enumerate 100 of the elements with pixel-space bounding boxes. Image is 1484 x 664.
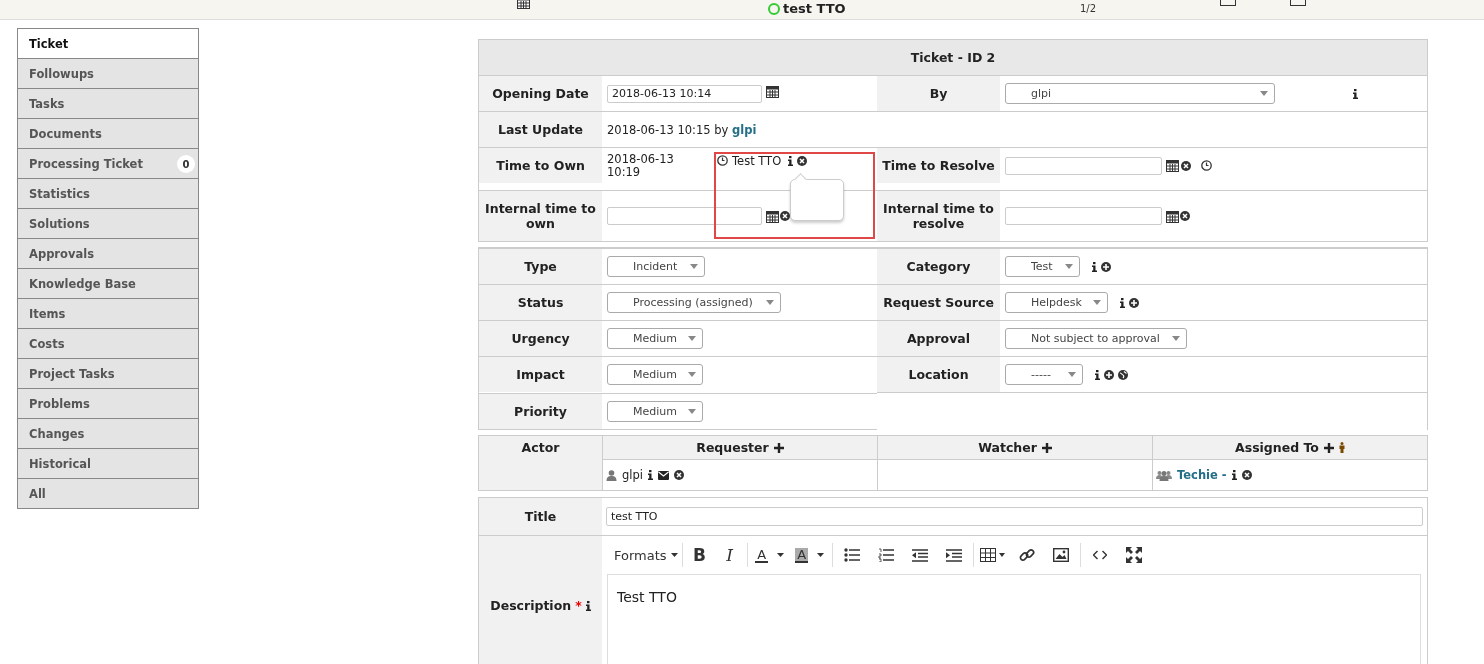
sidebar-tab[interactable]: Documents — [18, 119, 198, 149]
clear-icon[interactable] — [780, 211, 790, 221]
field-label: By — [877, 75, 1000, 111]
required-mark: * — [575, 598, 582, 613]
dropdown[interactable]: Medium — [607, 328, 703, 349]
sidebar-tab[interactable]: Historical — [18, 449, 198, 479]
clear-icon[interactable] — [674, 470, 684, 480]
date-field[interactable] — [607, 207, 762, 225]
field-label: Priority — [479, 393, 602, 430]
dropdown[interactable]: Medium — [607, 364, 703, 385]
caret-icon — [1093, 300, 1101, 305]
sidebar-tab[interactable]: Processing Ticket 0 — [18, 149, 198, 179]
info-icon[interactable] — [1353, 88, 1358, 99]
calendar-icon[interactable] — [1166, 159, 1179, 172]
calendar-icon[interactable] — [766, 209, 779, 223]
dropdown[interactable]: Processing (assigned) — [607, 292, 781, 313]
info-icon[interactable] — [1231, 470, 1237, 480]
user-icon — [606, 469, 617, 481]
caret-icon — [688, 409, 696, 414]
sidebar-tab[interactable]: Problems — [18, 389, 198, 419]
info-icon[interactable] — [1092, 261, 1097, 272]
dropdown[interactable]: ----- — [1005, 364, 1083, 385]
sidebar-tab[interactable]: Costs — [18, 329, 198, 359]
globe-icon[interactable] — [1118, 369, 1128, 380]
dropdown[interactable]: Helpdesk — [1005, 292, 1108, 313]
sidebar-tab[interactable]: Knowledge Base — [18, 269, 198, 299]
italic-button[interactable]: I — [716, 543, 743, 567]
dropdown[interactable]: Test — [1005, 256, 1080, 277]
mail-icon[interactable] — [658, 470, 669, 480]
sla-name: Test TTO — [732, 154, 782, 168]
formats-menu[interactable]: Formats — [614, 543, 678, 567]
info-icon[interactable] — [1120, 297, 1125, 308]
field-label: Category — [877, 248, 1000, 284]
caret-icon — [688, 336, 696, 341]
field-label: Last Update — [479, 111, 602, 147]
date-field[interactable] — [1005, 207, 1162, 225]
field-label: Type — [479, 248, 602, 284]
user-link[interactable]: glpi — [732, 122, 757, 137]
clear-icon[interactable] — [1241, 470, 1252, 480]
actor-name: glpi — [622, 468, 643, 482]
add-icon[interactable] — [1323, 442, 1334, 453]
date-field[interactable] — [1005, 156, 1162, 175]
sidebar-tab[interactable]: Project Tasks — [18, 359, 198, 389]
caret-icon — [1065, 264, 1073, 269]
dropdown[interactable]: Incident — [607, 256, 705, 277]
sidebar-tab[interactable]: Solutions — [18, 209, 198, 239]
field-label: Approval — [877, 320, 1000, 356]
sidebar-tab[interactable]: Followups — [18, 59, 198, 89]
date-text: 2018-06-13 10:19 — [607, 153, 675, 179]
info-icon[interactable] — [585, 600, 591, 611]
sidebar-tab[interactable]: Tasks — [18, 89, 198, 119]
clear-icon[interactable] — [1181, 160, 1191, 171]
caret-icon — [766, 300, 774, 305]
add-icon[interactable] — [1041, 442, 1052, 453]
field-label: Title — [479, 498, 602, 535]
caret-icon[interactable] — [670, 553, 678, 557]
column-header: Requester — [696, 440, 769, 455]
sidebar-tab[interactable]: All — [18, 479, 198, 509]
caret-icon[interactable] — [777, 553, 785, 557]
page-title: test TTO — [783, 1, 846, 17]
sidebar-tab[interactable]: Statistics — [18, 179, 198, 209]
field-label: Status — [479, 284, 602, 320]
sidebar-tab[interactable]: Approvals — [18, 239, 198, 269]
info-icon[interactable] — [648, 470, 653, 480]
field-label: Urgency — [479, 320, 602, 356]
group-icon — [1156, 469, 1172, 481]
caret-icon — [1068, 372, 1076, 377]
calendar-icon[interactable] — [766, 85, 779, 98]
description-editor[interactable]: Test TTO — [607, 574, 1421, 664]
caret-icon — [688, 372, 696, 377]
caret-icon — [1172, 336, 1180, 341]
dropdown[interactable]: glpi — [1005, 83, 1275, 104]
title-field[interactable]: test TTO — [606, 507, 1423, 526]
clear-icon[interactable] — [797, 156, 808, 166]
field-label: Time to Own — [479, 147, 602, 183]
form-header: Ticket - ID 2 — [479, 40, 1427, 75]
field-label: Opening Date — [479, 75, 602, 111]
status-circle-icon — [768, 3, 780, 15]
text-color-button[interactable]: A — [751, 543, 788, 567]
add-icon[interactable] — [773, 442, 784, 453]
column-header: Assigned To — [1235, 440, 1319, 455]
caret-icon[interactable] — [817, 553, 825, 557]
sidebar-tab[interactable]: Changes — [18, 419, 198, 449]
dropdown[interactable]: Not subject to approval — [1005, 328, 1187, 349]
dropdown[interactable]: Medium — [607, 401, 703, 422]
group-link[interactable]: Techie - — [1177, 468, 1227, 482]
info-icon[interactable] — [788, 156, 794, 166]
sidebar-tab[interactable]: Items — [18, 299, 198, 329]
calendar-icon[interactable] — [1166, 209, 1179, 223]
highlight-color-button[interactable]: A — [791, 543, 828, 567]
date-field[interactable]: 2018-06-13 10:14 — [607, 84, 762, 103]
last-update-text: 2018-06-13 10:15 by glpi — [607, 122, 757, 137]
info-icon[interactable] — [1095, 369, 1100, 380]
column-header: Watcher — [978, 440, 1037, 455]
person-icon[interactable] — [1338, 442, 1345, 453]
field-label: Description — [490, 598, 572, 613]
clock-icon[interactable] — [1201, 160, 1212, 171]
field-label: Location — [877, 356, 1000, 393]
clear-icon[interactable] — [1180, 211, 1190, 221]
bold-button[interactable]: B — [686, 543, 713, 567]
